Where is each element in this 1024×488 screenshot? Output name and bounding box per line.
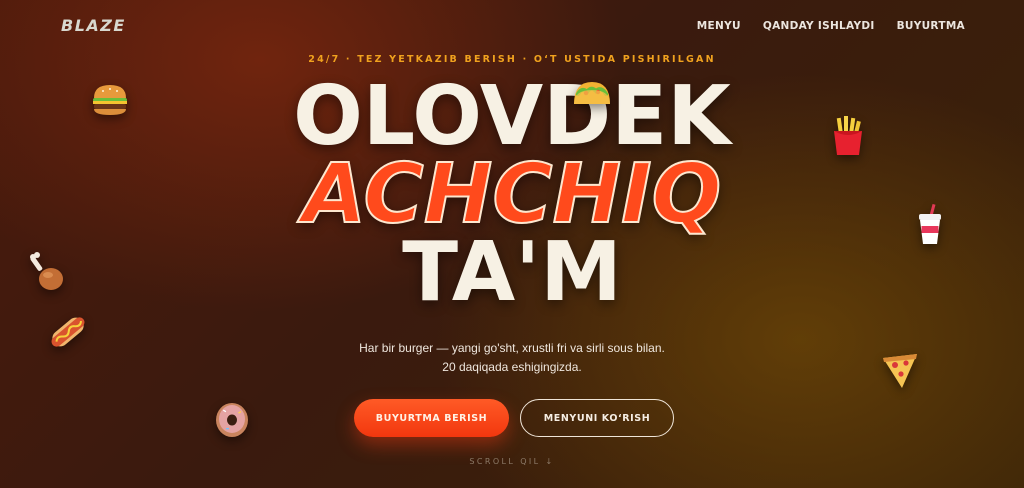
nav-link-menu[interactable]: MENYU (697, 20, 741, 32)
scroll-hint[interactable]: SCROLL QIL ↓ (0, 457, 1024, 466)
chicken-leg-icon (30, 252, 63, 290)
brand-logo[interactable]: BLAZE (61, 16, 126, 35)
view-menu-button[interactable]: MENYUNI KO‘RISH (520, 399, 674, 437)
donut-icon (216, 403, 248, 437)
navbar: BLAZE MENYU QANDAY ISHLAYDI BUYURTMA (0, 0, 1024, 52)
nav-link-how-it-works[interactable]: QANDAY ISHLAYDI (763, 20, 875, 32)
headline-line-3: TA'M (402, 225, 622, 320)
nav-links: MENYU QANDAY ISHLAYDI BUYURTMA (697, 20, 965, 32)
hero-headline: OLOVDEK ACHCHIQ TA'M (0, 69, 1024, 320)
fries-icon (834, 116, 862, 155)
headline-line-1: OLOVDEK (293, 69, 731, 164)
drink-cup-icon (919, 204, 941, 244)
pizza-slice-icon (883, 354, 917, 388)
hero-tagline: 24/7 · TEZ YETKAZIB BERISH · O‘T USTIDA … (308, 54, 716, 65)
hero-description: Har bir burger — yangi go'sht, xrustli f… (359, 341, 665, 374)
order-button[interactable]: BUYURTMA BERISH (354, 399, 509, 437)
burger-icon (93, 85, 127, 115)
headline-line-2: ACHCHIQ (302, 147, 723, 242)
nav-link-order[interactable]: BUYURTMA (897, 20, 965, 32)
taco-icon (574, 82, 610, 104)
hotdog-icon (51, 317, 85, 347)
